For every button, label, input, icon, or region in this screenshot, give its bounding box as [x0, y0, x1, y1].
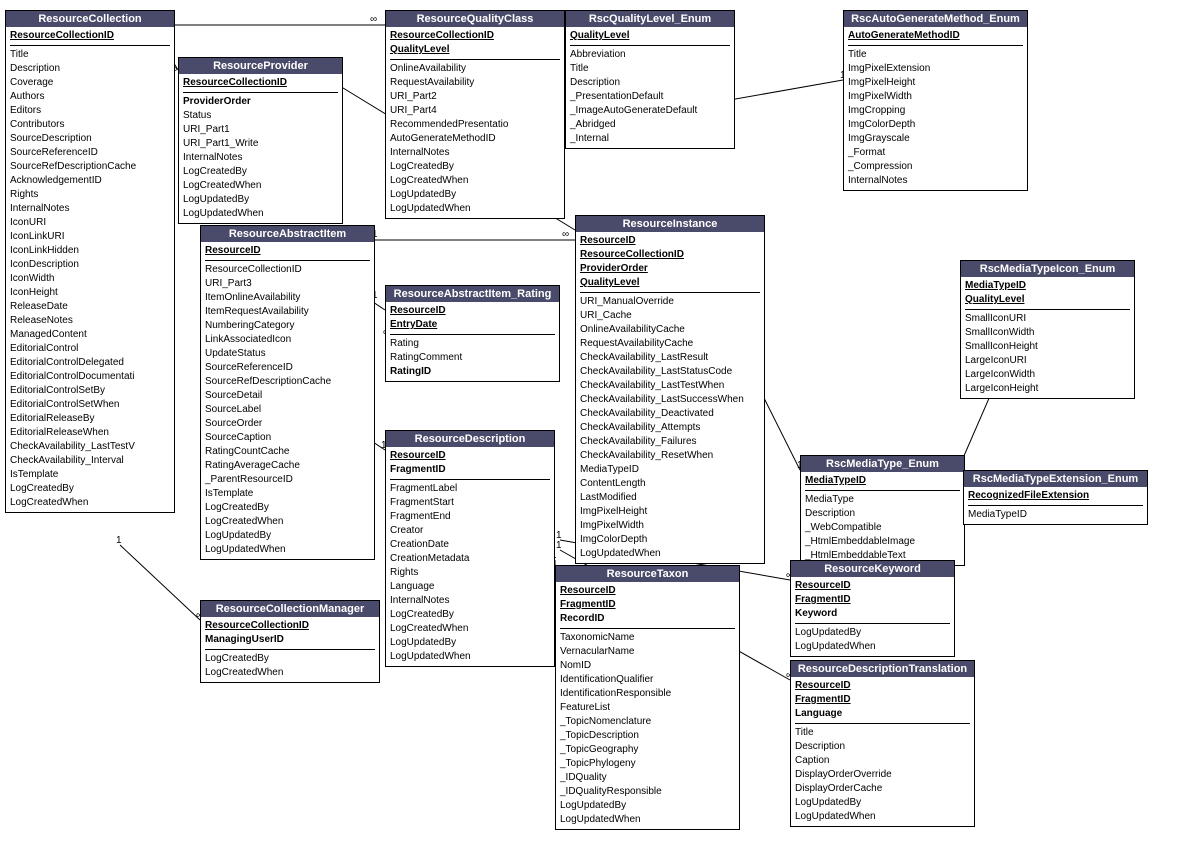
entity-rsc-quality-level-enum: RscQualityLevel_Enum QualityLevel Abbrev… [565, 10, 735, 149]
entity-resource-taxon: ResourceTaxon ResourceID FragmentID Reco… [555, 565, 740, 830]
entity-header-rsc-auto-generate-method-enum: RscAutoGenerateMethod_Enum [844, 11, 1027, 27]
entity-resource-description-translation: ResourceDescriptionTranslation ResourceI… [790, 660, 975, 827]
entity-header-resource-collection-manager: ResourceCollectionManager [201, 601, 379, 617]
entity-header-resource-quality-class: ResourceQualityClass [386, 11, 564, 27]
entity-header-rsc-media-type-icon-enum: RscMediaTypeIcon_Enum [961, 261, 1134, 277]
svg-text:1: 1 [116, 535, 122, 546]
entity-resource-collection-manager: ResourceCollectionManager ResourceCollec… [200, 600, 380, 683]
entity-resource-description: ResourceDescription ResourceID FragmentI… [385, 430, 555, 667]
entity-rsc-auto-generate-method-enum: RscAutoGenerateMethod_Enum AutoGenerateM… [843, 10, 1028, 191]
entity-header-resource-description-translation: ResourceDescriptionTranslation [791, 661, 974, 677]
entity-resource-keyword: ResourceKeyword ResourceID FragmentID Ke… [790, 560, 955, 657]
entity-header-resource-abstract-item-rating: ResourceAbstractItem_Rating [386, 286, 559, 302]
svg-text:∞: ∞ [562, 229, 569, 240]
entity-resource-instance: ResourceInstance ResourceID ResourceColl… [575, 215, 765, 564]
entity-header-rsc-media-type-enum: RscMediaType_Enum [801, 456, 964, 472]
entity-resource-quality-class: ResourceQualityClass ResourceCollectionI… [385, 10, 565, 219]
entity-header-resource-collection: ResourceCollection [6, 11, 174, 27]
entity-rsc-media-type-extension-enum: RscMediaTypeExtension_Enum RecognizedFil… [963, 470, 1148, 525]
entity-resource-abstract-item-rating: ResourceAbstractItem_Rating ResourceID E… [385, 285, 560, 382]
field-resourcecollectionid: ResourceCollectionID [10, 29, 170, 43]
diagram-container: 1 ∞ 1 ∞ ∞ 1 ∞ 1 1 ∞ 1 ∞ ∞ 1 ∞ 1 ∞ [0, 0, 1184, 854]
entity-header-resource-abstract-item: ResourceAbstractItem [201, 226, 374, 242]
entity-header-resource-instance: ResourceInstance [576, 216, 764, 232]
entity-resource-abstract-item: ResourceAbstractItem ResourceID Resource… [200, 225, 375, 560]
entity-header-resource-description: ResourceDescription [386, 431, 554, 447]
svg-text:1: 1 [556, 530, 562, 541]
svg-text:1: 1 [556, 540, 562, 551]
svg-text:∞: ∞ [370, 14, 377, 25]
entity-resource-collection: ResourceCollection ResourceCollectionID … [5, 10, 175, 513]
entity-rsc-media-type-icon-enum: RscMediaTypeIcon_Enum MediaTypeID Qualit… [960, 260, 1135, 399]
entity-header-resource-provider: ResourceProvider [179, 58, 342, 74]
entity-rsc-media-type-enum: RscMediaType_Enum MediaTypeID MediaType … [800, 455, 965, 566]
entity-header-resource-taxon: ResourceTaxon [556, 566, 739, 582]
entity-header-rsc-media-type-extension-enum: RscMediaTypeExtension_Enum [964, 471, 1147, 487]
entity-header-resource-keyword: ResourceKeyword [791, 561, 954, 577]
entity-resource-provider: ResourceProvider ResourceCollectionID Pr… [178, 57, 343, 224]
entity-header-rsc-quality-level-enum: RscQualityLevel_Enum [566, 11, 734, 27]
